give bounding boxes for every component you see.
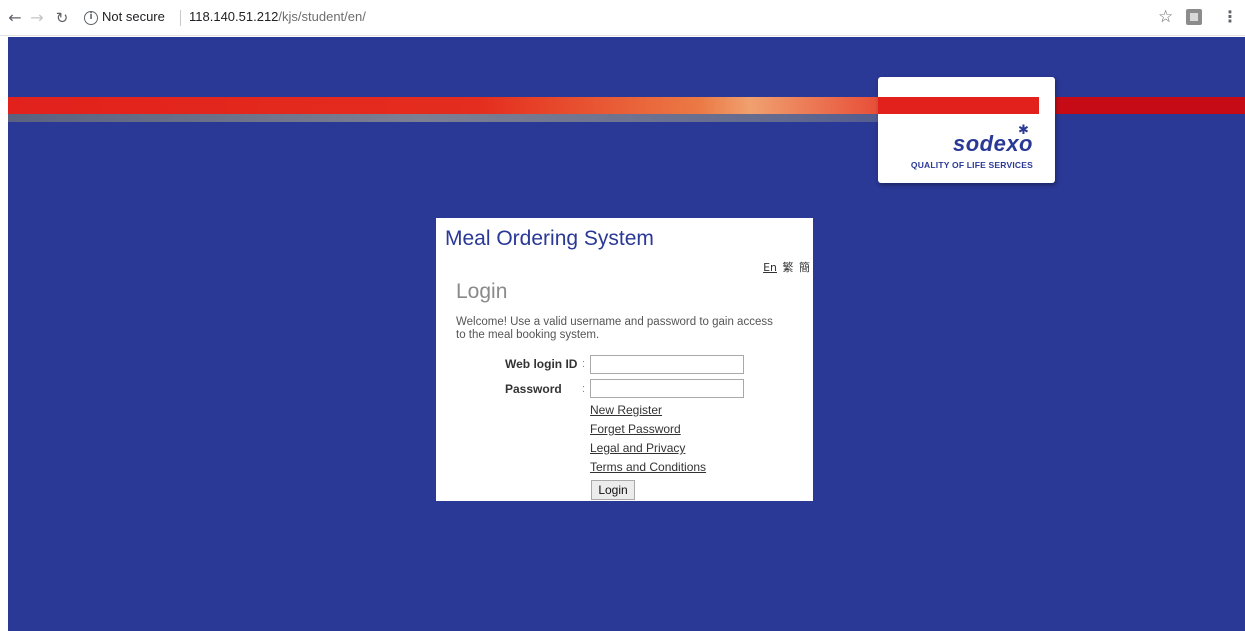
page-background: ✱ sodexo QUALITY OF LIFE SERVICES Meal O… — [8, 37, 1245, 631]
address-separator — [180, 10, 181, 26]
address-bar[interactable]: i Not secure 118.140.51.212/kjs/student/… — [78, 5, 1148, 31]
reload-icon[interactable]: ↻ — [52, 8, 72, 28]
new-register-link[interactable]: New Register — [590, 403, 662, 417]
login-id-label: Web login ID — [505, 357, 578, 371]
url-text[interactable]: 118.140.51.212/kjs/student/en/ — [189, 9, 366, 24]
password-label: Password — [505, 382, 562, 396]
info-icon[interactable]: i — [84, 11, 98, 25]
login-id-colon: : — [582, 358, 586, 370]
welcome-message: Welcome! Use a valid username and passwo… — [456, 316, 773, 341]
sodexo-logo: ✱ sodexo QUALITY OF LIFE SERVICES — [878, 77, 1055, 183]
login-panel: Meal Ordering System En 繁 簡 Login Welcom… — [436, 218, 813, 501]
forward-arrow-icon[interactable]: → — [27, 8, 47, 28]
password-input[interactable] — [590, 379, 744, 398]
back-arrow-icon[interactable]: ← — [5, 8, 25, 28]
logo-tagline: QUALITY OF LIFE SERVICES — [910, 160, 1033, 170]
legal-privacy-link[interactable]: Legal and Privacy — [590, 441, 685, 455]
login-id-input[interactable] — [590, 355, 744, 374]
forget-password-link[interactable]: Forget Password — [590, 422, 681, 436]
app-title: Meal Ordering System — [445, 227, 654, 250]
url-host: 118.140.51.212 — [189, 9, 279, 24]
language-selector: En 繁 簡 — [761, 259, 810, 275]
extension-icon[interactable] — [1186, 9, 1202, 25]
login-heading: Login — [456, 280, 508, 303]
logo-red-stripe — [878, 97, 1039, 114]
lang-traditional-chinese-link[interactable]: 繁 — [783, 261, 794, 274]
brand-red-stripe-right — [1048, 97, 1245, 114]
password-colon: : — [582, 383, 586, 395]
browser-toolbar: ← → ↻ i Not secure 118.140.51.212/kjs/st… — [0, 0, 1245, 36]
url-path: /kjs/student/en/ — [278, 9, 366, 24]
terms-conditions-link[interactable]: Terms and Conditions — [590, 460, 706, 474]
lang-english-link[interactable]: En — [763, 261, 777, 274]
bookmark-star-icon[interactable]: ☆ — [1158, 7, 1173, 27]
lang-simplified-chinese-link[interactable]: 簡 — [799, 261, 810, 274]
login-button[interactable]: Login — [591, 480, 635, 500]
browser-menu-icon[interactable]: ⋮ — [1222, 7, 1238, 27]
logo-wordmark: sodexo — [952, 131, 1033, 156]
security-label[interactable]: Not secure — [102, 9, 165, 24]
